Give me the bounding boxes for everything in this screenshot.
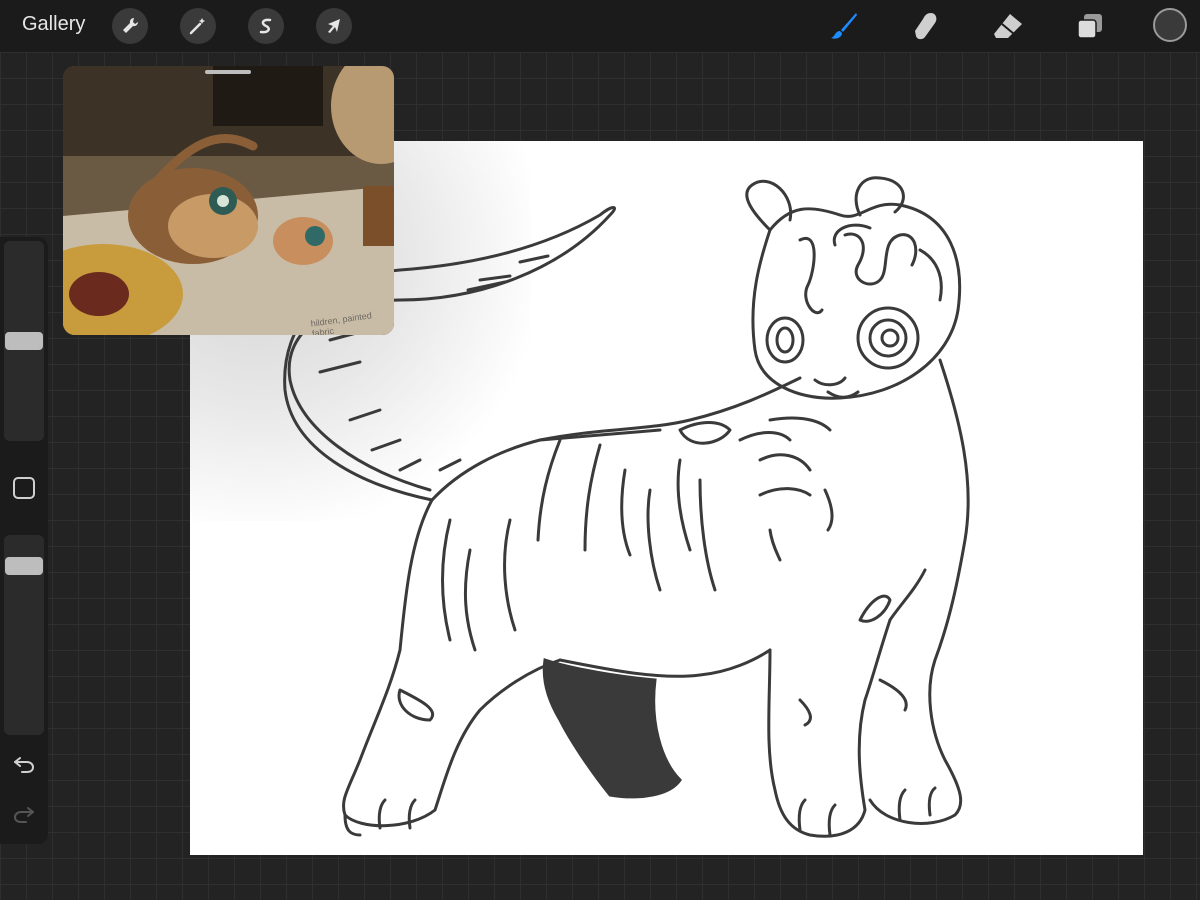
- undo-icon: [14, 757, 35, 773]
- left-sidebar: [0, 237, 48, 844]
- adjustments-button[interactable]: [180, 8, 216, 44]
- brush-size-thumb[interactable]: [5, 332, 43, 350]
- actions-button[interactable]: [112, 8, 148, 44]
- brush-tool-button[interactable]: [826, 10, 862, 42]
- redo-button[interactable]: [12, 802, 36, 826]
- magic-wand-icon: [189, 18, 205, 35]
- layers-button[interactable]: [1072, 10, 1108, 42]
- reference-photo: [63, 66, 394, 335]
- gallery-button[interactable]: Gallery: [22, 13, 85, 36]
- smudge-tool-button[interactable]: [908, 10, 944, 42]
- selection-button[interactable]: [248, 8, 284, 44]
- brush-size-slider[interactable]: [4, 241, 44, 441]
- reference-drag-handle[interactable]: [205, 70, 251, 74]
- layers-icon: [1077, 14, 1102, 39]
- opacity-thumb[interactable]: [5, 557, 43, 575]
- eraser-icon: [994, 14, 1022, 38]
- smudge-finger-icon: [915, 13, 937, 40]
- transform-button[interactable]: [316, 8, 352, 44]
- color-button[interactable]: [1153, 8, 1187, 42]
- opacity-slider[interactable]: [4, 535, 44, 735]
- redo-icon: [13, 807, 34, 823]
- undo-button[interactable]: [12, 752, 36, 776]
- top-toolbar: Gallery: [0, 0, 1200, 52]
- arrow-cursor-icon: [328, 19, 340, 33]
- reference-image-panel[interactable]: hildren, painted fabric: [63, 66, 394, 335]
- modify-button[interactable]: [13, 477, 35, 499]
- wrench-icon: [123, 17, 139, 33]
- selection-s-icon: [259, 18, 272, 34]
- brush-icon: [831, 13, 857, 39]
- eraser-tool-button[interactable]: [990, 10, 1026, 42]
